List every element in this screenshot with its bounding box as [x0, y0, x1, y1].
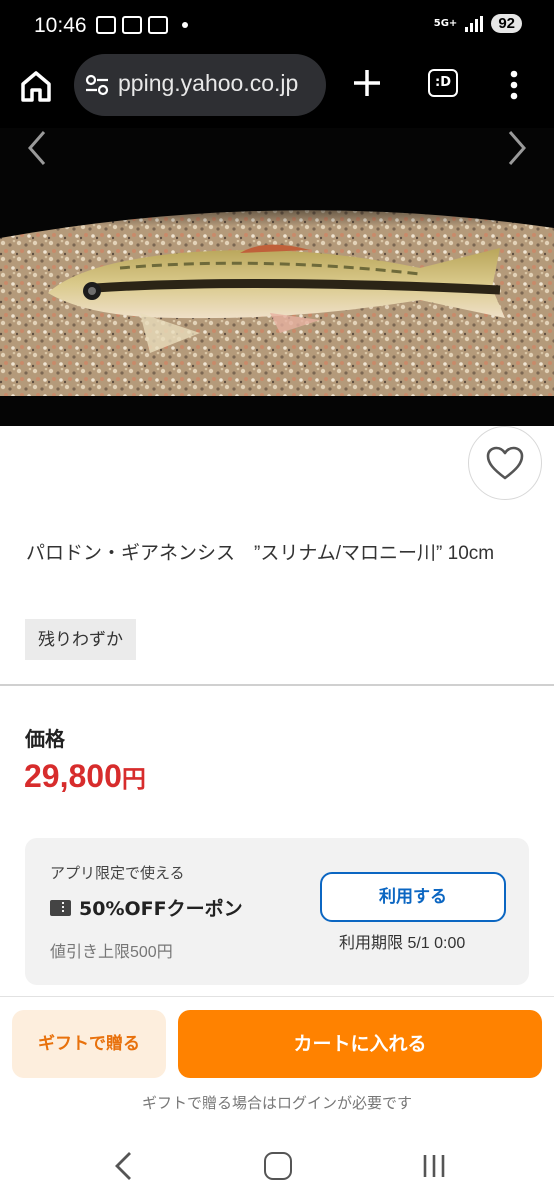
heart-icon — [486, 446, 524, 480]
calendar-icon — [122, 16, 142, 34]
divider — [0, 996, 554, 997]
use-coupon-button[interactable]: 利用する — [320, 872, 506, 922]
coupon-note: アプリ限定で使える — [50, 865, 185, 882]
status-right: 5G+ 92 — [434, 14, 522, 33]
tabs-icon[interactable]: :D — [428, 69, 458, 97]
status-time: 10:46 — [34, 14, 87, 37]
fish-photo — [0, 128, 554, 426]
price-value: 29,800 — [24, 758, 122, 794]
product-image[interactable] — [0, 128, 554, 426]
signal-icon — [465, 15, 484, 32]
network-type: 5G+ — [433, 17, 458, 29]
system-nav-bar — [0, 1130, 554, 1200]
more-vert-icon[interactable] — [504, 68, 524, 102]
ticket-icon — [50, 899, 71, 916]
gift-login-note: ギフトで贈る場合はログインが必要です — [141, 1095, 412, 1112]
back-icon[interactable] — [112, 1150, 136, 1182]
stock-badge: 残りわずか — [25, 619, 136, 660]
plus-icon[interactable] — [350, 66, 384, 100]
app-notification-icon — [96, 16, 116, 34]
browser-toolbar: pping.yahoo.co.jp :D — [0, 52, 554, 118]
price-label: 価格 — [25, 727, 65, 751]
coupon-title: 50%OFFクーポン — [79, 898, 243, 920]
home-icon[interactable] — [16, 66, 56, 106]
home-nav-icon[interactable] — [264, 1152, 292, 1180]
coupon-card: アプリ限定で使える 50%OFFクーポン 値引き上限500円 利用する 利用期限… — [25, 838, 529, 985]
price: 29,800円 — [24, 758, 146, 795]
coupon-title-row: 50%OFFクーポン — [50, 894, 243, 921]
divider — [0, 684, 554, 686]
url-bar[interactable]: pping.yahoo.co.jp — [74, 54, 326, 116]
tune-icon[interactable] — [84, 74, 110, 96]
mail-icon — [148, 16, 168, 34]
add-to-cart-button[interactable]: カートに入れる — [178, 1010, 542, 1078]
battery-level: 92 — [491, 14, 522, 33]
url-text: pping.yahoo.co.jp — [118, 70, 299, 96]
more-notifications-dot — [182, 22, 188, 28]
browser-chrome: 10:46 5G+ 92 pping.yahoo.co.jp :D — [0, 0, 554, 128]
next-image-icon[interactable] — [502, 128, 532, 168]
favorite-button[interactable] — [468, 426, 542, 500]
coupon-expiry: 利用期限 5/1 0:00 — [339, 935, 466, 952]
prev-image-icon[interactable] — [22, 128, 52, 168]
recent-apps-icon[interactable] — [420, 1152, 448, 1180]
gift-button[interactable]: ギフトで贈る — [12, 1010, 166, 1078]
product-title: パロドン・ギアネンシス ”スリナム/マロニー川” 10cm — [26, 543, 495, 564]
notification-icons — [96, 16, 188, 34]
price-unit: 円 — [121, 766, 146, 793]
coupon-limit: 値引き上限500円 — [50, 944, 173, 961]
